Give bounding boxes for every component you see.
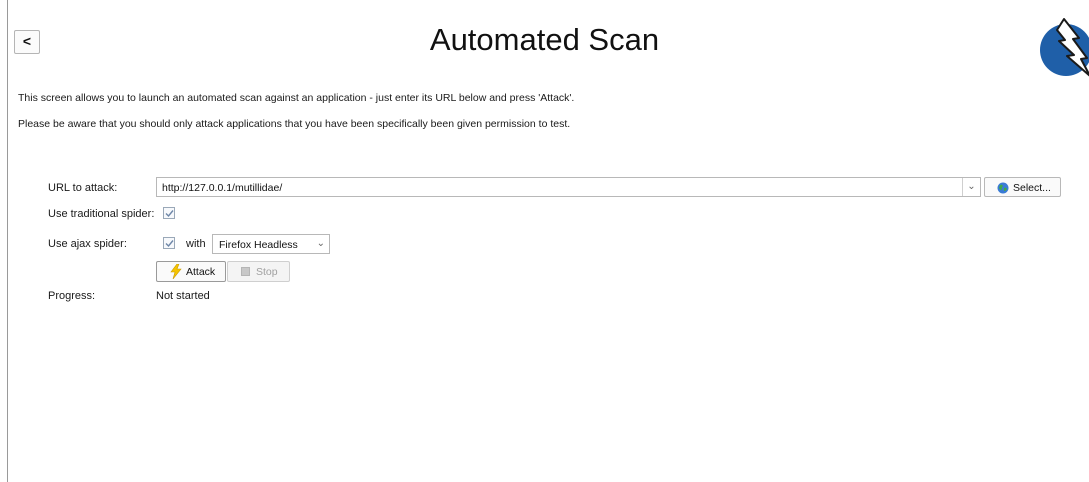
stop-label: Stop [256,266,278,278]
url-label: URL to attack: [48,182,118,194]
traditional-spider-label: Use traditional spider: [48,208,155,220]
url-input[interactable]: http://127.0.0.1/mutillidae/ ⌄ [156,177,981,197]
intro-text-2: Please be aware that you should only att… [18,118,571,130]
chevron-down-icon: ⌄ [316,238,325,249]
page-title: Automated Scan [429,22,660,57]
attack-button[interactable]: Attack [156,261,226,282]
intro-text-1: This screen allows you to launch an auto… [18,92,575,104]
stop-icon [241,267,250,276]
browser-value: Firefox Headless [219,239,298,251]
progress-status: Not started [156,290,210,302]
select-button[interactable]: Select... [984,177,1061,197]
attack-label: Attack [186,266,216,278]
lightning-bolt-icon [170,263,182,284]
url-value: http://127.0.0.1/mutillidae/ [162,182,283,194]
browser-select[interactable]: Firefox Headless ⌄ [212,234,330,254]
ajax-spider-checkbox[interactable] [163,237,175,249]
globe-icon [997,181,1009,194]
stop-button[interactable]: Stop [227,261,290,282]
chevron-down-icon[interactable]: ⌄ [962,178,980,196]
zap-logo-icon [1037,14,1089,80]
checkmark-icon [165,210,174,218]
window-left-border [7,0,8,482]
with-label: with [186,238,206,250]
progress-label: Progress: [48,290,96,302]
select-label: Select... [1013,182,1051,194]
checkmark-icon [165,240,174,248]
traditional-spider-checkbox[interactable] [163,207,175,219]
ajax-spider-label: Use ajax spider: [48,238,127,250]
